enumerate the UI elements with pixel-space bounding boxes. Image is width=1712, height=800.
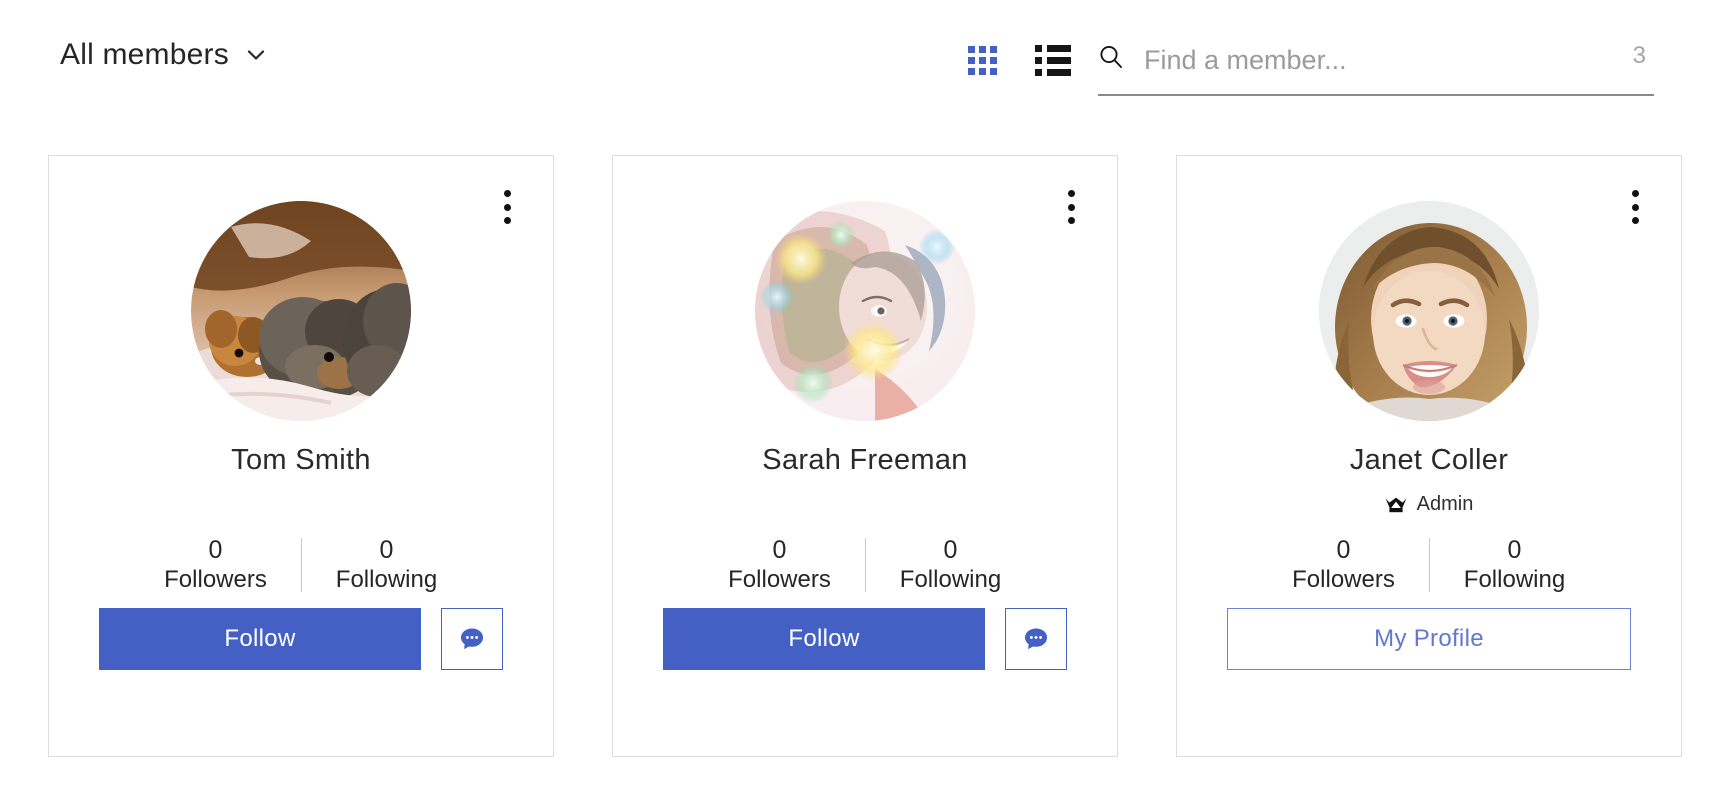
member-name: Sarah Freeman xyxy=(762,444,968,476)
message-button[interactable] xyxy=(441,608,503,670)
following-label: Following xyxy=(1463,565,1566,593)
more-options-icon[interactable] xyxy=(1623,190,1647,224)
member-card[interactable]: Janet Coller Admin 0 Followers 0 Followi… xyxy=(1176,155,1682,757)
list-view-icon[interactable] xyxy=(1035,45,1071,76)
more-options-icon[interactable] xyxy=(1059,190,1083,224)
filter-label: All members xyxy=(60,38,229,71)
member-name: Tom Smith xyxy=(231,444,371,476)
crown-icon xyxy=(1385,497,1407,513)
following-stat: 0 Following xyxy=(302,536,472,594)
member-stats: 0 Followers 0 Following xyxy=(49,536,553,594)
more-options-icon[interactable] xyxy=(495,190,519,224)
view-toggle-group xyxy=(968,45,1071,76)
card-actions: My Profile xyxy=(1227,608,1631,670)
chevron-down-icon xyxy=(245,44,267,66)
avatar xyxy=(755,201,975,421)
followers-label: Followers xyxy=(728,565,831,593)
followers-stat: 0 Followers xyxy=(695,536,865,594)
follow-button[interactable]: Follow xyxy=(99,608,421,670)
card-actions: Follow xyxy=(99,608,503,670)
member-name: Janet Coller xyxy=(1349,444,1509,476)
member-stats: 0 Followers 0 Following xyxy=(613,536,1117,594)
message-bubble-icon xyxy=(457,624,487,654)
search-icon xyxy=(1098,44,1124,70)
following-count: 0 xyxy=(943,536,958,564)
member-stats: 0 Followers 0 Following xyxy=(1177,536,1681,594)
member-card[interactable]: Tom Smith 0 Followers 0 Following Follow xyxy=(48,155,554,757)
result-count: 3 xyxy=(1632,42,1646,69)
members-directory-page: All members Find a member... 3 Tom Smith… xyxy=(0,0,1712,800)
followers-count: 0 xyxy=(208,536,223,564)
grid-view-icon[interactable] xyxy=(968,46,997,75)
my-profile-button[interactable]: My Profile xyxy=(1227,608,1631,670)
following-count: 0 xyxy=(1507,536,1522,564)
followers-count: 0 xyxy=(772,536,787,564)
following-stat: 0 Following xyxy=(866,536,1036,594)
followers-label: Followers xyxy=(1292,565,1395,593)
following-label: Following xyxy=(899,565,1002,593)
card-actions: Follow xyxy=(663,608,1067,670)
member-card[interactable]: Sarah Freeman 0 Followers 0 Following Fo… xyxy=(612,155,1118,757)
following-count: 0 xyxy=(379,536,394,564)
avatar xyxy=(1319,201,1539,421)
page-header: All members Find a member... 3 xyxy=(0,0,1712,130)
followers-stat: 0 Followers xyxy=(131,536,301,594)
search-field-wrapper: 3 xyxy=(1098,36,1654,96)
followers-count: 0 xyxy=(1336,536,1351,564)
followers-stat: 0 Followers xyxy=(1259,536,1429,594)
member-card-grid: Tom Smith 0 Followers 0 Following Follow xyxy=(48,155,1682,757)
following-label: Following xyxy=(335,565,438,593)
message-button[interactable] xyxy=(1005,608,1067,670)
avatar xyxy=(191,201,411,421)
message-bubble-icon xyxy=(1021,624,1051,654)
followers-label: Followers xyxy=(164,565,267,593)
follow-button[interactable]: Follow xyxy=(663,608,985,670)
status-badge: Admin xyxy=(1177,493,1681,516)
members-filter-dropdown[interactable]: All members xyxy=(60,40,267,70)
role-label: Admin xyxy=(1416,493,1474,515)
following-stat: 0 Following xyxy=(1430,536,1600,594)
search-input[interactable] xyxy=(1144,36,1584,84)
